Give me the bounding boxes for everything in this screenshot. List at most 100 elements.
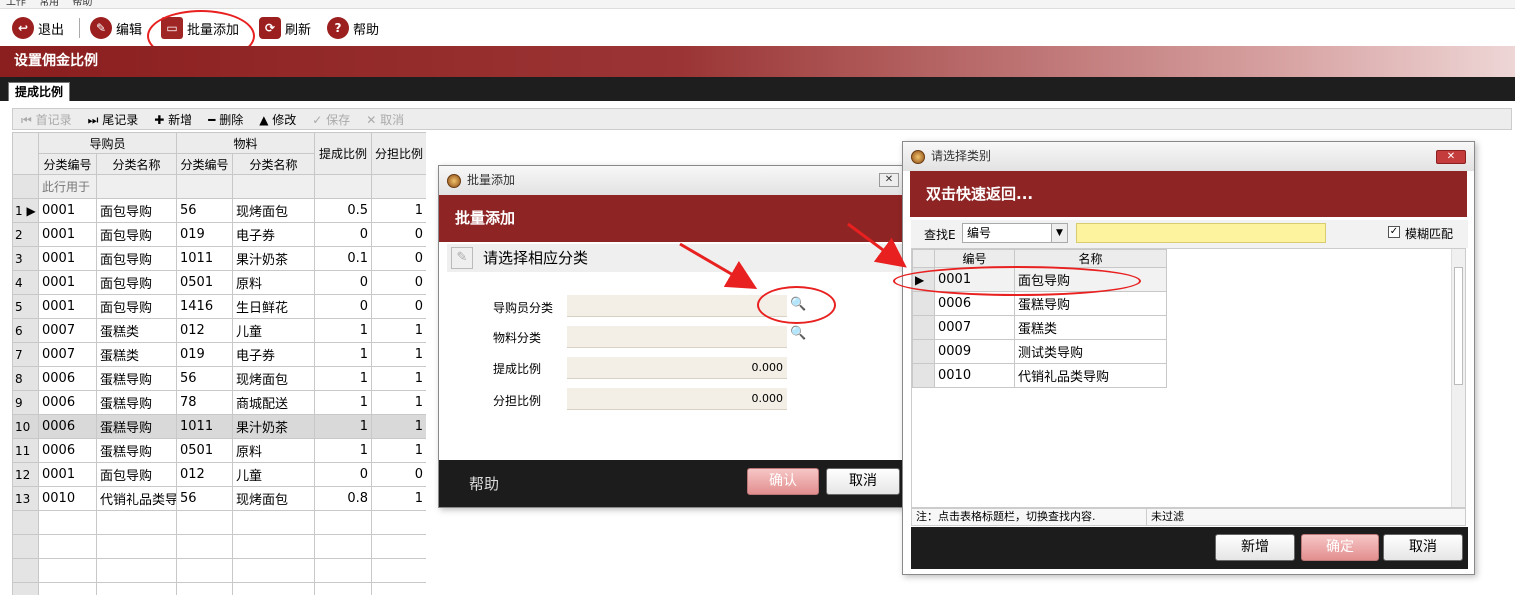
tab-commission-ratio[interactable]: 提成比例 (8, 82, 71, 101)
group-header-salesperson[interactable]: 导购员 (37, 132, 178, 154)
column-header-commission-ratio[interactable]: 提成比例 (314, 132, 373, 175)
list-item[interactable]: 0010 代销礼品类导购 (912, 363, 1167, 388)
category-name[interactable]: 测试类导购 (1014, 339, 1167, 364)
table-cell[interactable]: 10 (12, 414, 39, 439)
table-cell[interactable]: 0.5 (314, 198, 373, 223)
table-cell[interactable]: 0001 (38, 294, 97, 319)
table-cell[interactable]: 电子券 (232, 342, 316, 367)
table-cell[interactable]: 2 (12, 222, 39, 247)
table-cell[interactable]: 0501 (176, 438, 234, 463)
filter-row[interactable]: 此行用于 (12, 174, 426, 199)
table-cell[interactable]: 0006 (38, 438, 97, 463)
table-cell[interactable]: 0 (371, 246, 426, 271)
list-item[interactable]: 0009 测试类导购 (912, 339, 1167, 364)
table-cell[interactable]: 面包导购 (95, 198, 178, 223)
table-cell[interactable]: 果汁奶茶 (232, 246, 316, 271)
column-header-material-name[interactable]: 分类名称 (232, 153, 316, 175)
table-cell[interactable]: 0 (371, 294, 426, 319)
table-row[interactable]: 3 0001 面包导购 1011 果汁奶茶 0.1 0 (12, 246, 426, 271)
search-input[interactable] (1076, 223, 1326, 243)
confirm-button[interactable]: 确认 (747, 468, 819, 495)
edit-button[interactable]: ✎ 编辑 (90, 17, 142, 39)
table-cell[interactable]: 蛋糕导购 (95, 438, 178, 463)
category-code[interactable]: 0007 (934, 315, 1015, 340)
table-cell[interactable]: 0.1 (314, 246, 373, 271)
table-cell[interactable]: 0 (314, 294, 373, 319)
table-cell[interactable]: 5 (12, 294, 39, 319)
table-cell[interactable]: 1 (371, 366, 426, 391)
table-cell[interactable]: 0006 (38, 390, 97, 415)
table-cell[interactable]: 0001 (38, 270, 97, 295)
table-row[interactable]: 11 0006 蛋糕导购 0501 原料 1 1 (12, 438, 426, 463)
column-header-salesperson-name[interactable]: 分类名称 (95, 153, 178, 175)
table-cell[interactable]: 019 (176, 222, 234, 247)
table-cell[interactable]: 1 (314, 414, 373, 439)
table-row[interactable]: 2 0001 面包导购 019 电子券 0 0 (12, 222, 426, 247)
table-row[interactable]: 4 0001 面包导购 0501 原料 0 0 (12, 270, 426, 295)
table-cell[interactable]: 儿童 (232, 318, 316, 343)
modify-record-button[interactable]: ▲ 修改 (259, 111, 296, 128)
table-cell[interactable]: 蛋糕类 (95, 318, 178, 343)
search-field-select[interactable]: 编号 ▼ (962, 223, 1068, 243)
table-cell[interactable]: 019 (176, 342, 234, 367)
material-lookup-icon[interactable]: 🔍 (790, 326, 807, 344)
table-cell[interactable]: 1 (371, 438, 426, 463)
filter-hint[interactable]: 此行用于 (38, 174, 97, 199)
table-cell[interactable]: 面包导购 (95, 246, 178, 271)
table-row[interactable]: 1 ▶ 0001 面包导购 56 现烤面包 0.5 1 (12, 198, 426, 223)
table-row[interactable]: 10 0006 蛋糕导购 1011 果汁奶茶 1 1 (12, 414, 426, 439)
add-record-button[interactable]: ✚ 新增 (154, 111, 192, 128)
table-cell[interactable]: 4 (12, 270, 39, 295)
category-code[interactable]: 0009 (934, 339, 1015, 364)
table-cell[interactable]: 现烤面包 (232, 486, 316, 511)
cancel-record-button[interactable]: ✕ 取消 (366, 111, 404, 128)
help-button[interactable]: ? 帮助 (327, 17, 379, 39)
close-icon[interactable]: ✕ (1436, 150, 1466, 164)
table-row[interactable]: 5 0001 面包导购 1416 生日鲜花 0 0 (12, 294, 426, 319)
category-code[interactable]: 0010 (934, 363, 1015, 388)
close-icon[interactable]: ✕ (879, 173, 899, 187)
table-cell[interactable]: 0010 (38, 486, 97, 511)
table-cell[interactable]: 56 (176, 366, 234, 391)
table-row[interactable]: 12 0001 面包导购 012 儿童 0 0 (12, 462, 426, 487)
table-cell[interactable]: 3 (12, 246, 39, 271)
table-cell[interactable]: 1 (314, 438, 373, 463)
table-cell[interactable]: 1 (371, 318, 426, 343)
material-category-field[interactable] (567, 326, 787, 348)
table-cell[interactable]: 面包导购 (95, 462, 178, 487)
table-cell[interactable]: 13 (12, 486, 39, 511)
refresh-button[interactable]: ⟳ 刷新 (259, 17, 311, 39)
table-cell[interactable]: 0006 (38, 366, 97, 391)
table-cell[interactable]: 0 (371, 222, 426, 247)
menu-help[interactable]: 帮助 (72, 0, 92, 8)
table-cell[interactable]: 012 (176, 462, 234, 487)
table-cell[interactable]: 0001 (38, 198, 97, 223)
table-cell[interactable]: 1011 (176, 414, 234, 439)
column-header-material-code[interactable]: 分类编号 (176, 153, 234, 175)
table-cell[interactable]: 6 (12, 318, 39, 343)
table-cell[interactable]: 1 (371, 342, 426, 367)
table-cell[interactable]: 1 (371, 198, 426, 223)
column-header-name[interactable]: 名称 (1014, 249, 1167, 268)
table-cell[interactable]: 代销礼品类导 (95, 486, 178, 511)
table-cell[interactable]: 1 (371, 390, 426, 415)
table-cell[interactable]: 56 (176, 198, 234, 223)
table-cell[interactable]: 1416 (176, 294, 234, 319)
table-cell[interactable]: 0007 (38, 318, 97, 343)
table-cell[interactable]: 0001 (38, 246, 97, 271)
table-cell[interactable]: 1 (314, 318, 373, 343)
table-cell[interactable]: 11 (12, 438, 39, 463)
table-cell[interactable]: 0.8 (314, 486, 373, 511)
menu-work[interactable]: 工作 (6, 0, 26, 8)
table-cell[interactable]: 面包导购 (95, 294, 178, 319)
table-cell[interactable]: 12 (12, 462, 39, 487)
save-record-button[interactable]: ✓ 保存 (312, 111, 350, 128)
table-cell[interactable]: 8 (12, 366, 39, 391)
salesperson-category-field[interactable] (567, 295, 787, 317)
cancel-button[interactable]: 取消 (826, 468, 900, 495)
table-cell[interactable]: 原料 (232, 438, 316, 463)
table-cell[interactable]: 0006 (38, 414, 97, 439)
table-cell[interactable]: 78 (176, 390, 234, 415)
column-header-share-ratio[interactable]: 分担比例 (371, 132, 426, 175)
exit-button[interactable]: ↩ 退出 (12, 17, 64, 39)
